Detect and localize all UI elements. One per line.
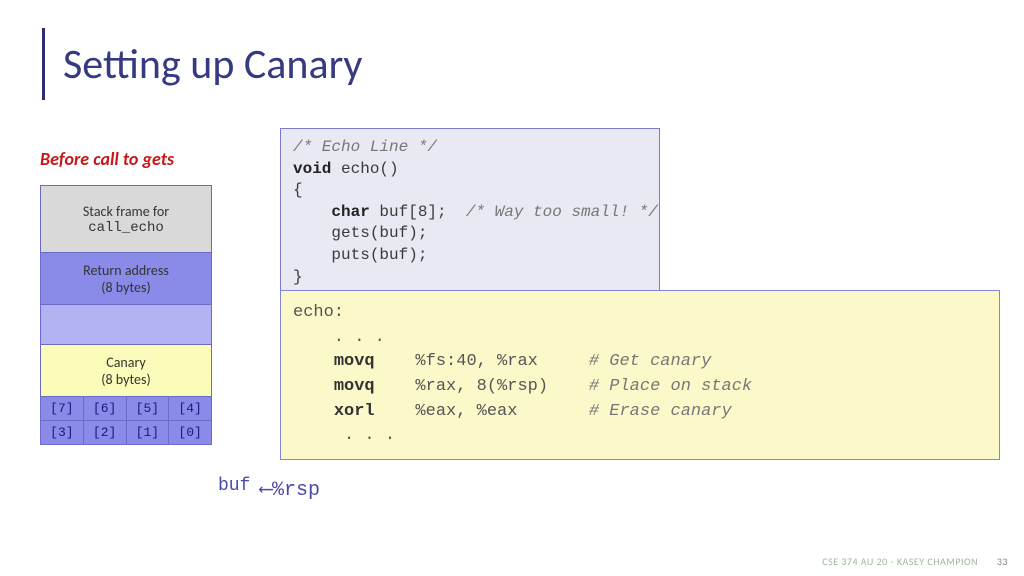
stack-diagram: Stack frame for call_echo Return address… [40, 185, 212, 445]
c-keyword-char: char [331, 203, 369, 221]
buf-row-top: [7] [6] [5] [4] [40, 397, 212, 421]
buf-cell: [1] [127, 421, 170, 445]
stack-frame-label2: call_echo [88, 220, 164, 236]
buf-label: buf [218, 476, 250, 496]
c-text: echo() [331, 160, 398, 178]
asm-text: %fs:40, %rax [375, 352, 589, 371]
c-text [293, 203, 331, 221]
c-comment: /* Echo Line */ [293, 138, 437, 156]
asm-comment: # Get canary [589, 352, 711, 371]
asm-text: %rax, 8(%rsp) [375, 377, 589, 396]
c-comment: /* Way too small! */ [466, 203, 658, 221]
slide-title-row: Setting up Canary [42, 28, 362, 100]
stack-frame-cell: Stack frame for call_echo [40, 185, 212, 253]
footer-page: 33 [997, 555, 1008, 568]
c-text: } [293, 268, 303, 286]
asm-opcode: movq [334, 352, 375, 371]
buf-row-bottom: [3] [2] [1] [0] [40, 421, 212, 445]
buf-cell: [4] [169, 397, 212, 421]
canary-cell: Canary (8 bytes) [40, 345, 212, 397]
stack-gap-cell [40, 305, 212, 345]
c-text: buf[8]; [370, 203, 466, 221]
buf-cell: [5] [127, 397, 170, 421]
canary-label2: (8 bytes) [101, 371, 150, 388]
buf-cell: [3] [40, 421, 84, 445]
asm-code-block: echo: . . . movq %fs:40, %rax # Get cana… [280, 290, 1000, 460]
c-keyword-void: void [293, 160, 331, 178]
c-text: puts(buf); [293, 246, 427, 264]
canary-label1: Canary [106, 354, 146, 371]
stack-subtitle: Before call to gets [40, 148, 174, 170]
c-code-block: /* Echo Line */ void echo() { char buf[8… [280, 128, 660, 297]
buf-cell: [0] [169, 421, 212, 445]
buf-cell: [7] [40, 397, 84, 421]
slide-footer: CSE 374 AU 20 - KASEY CHAMPION 33 [822, 555, 1008, 568]
asm-label: echo: [293, 303, 344, 322]
rsp-pointer: ⟵%rsp [260, 476, 320, 502]
asm-text: . . . [293, 426, 395, 445]
footer-course: CSE 374 AU 20 - KASEY CHAMPION [822, 555, 978, 568]
asm-text [293, 402, 334, 421]
buf-cell: [6] [84, 397, 127, 421]
asm-opcode: xorl [334, 402, 375, 421]
asm-text: %eax, %eax [375, 402, 589, 421]
page-title: Setting up Canary [63, 39, 362, 90]
asm-comment: # Place on stack [589, 377, 752, 396]
return-address-cell: Return address (8 bytes) [40, 253, 212, 305]
asm-text: . . . [293, 328, 385, 347]
c-text: { [293, 181, 303, 199]
asm-text [293, 377, 334, 396]
return-label1: Return address [83, 262, 169, 279]
title-accent-bar [42, 28, 45, 100]
c-text: gets(buf); [293, 224, 427, 242]
asm-comment: # Erase canary [589, 402, 732, 421]
asm-opcode: movq [334, 377, 375, 396]
buf-cell: [2] [84, 421, 127, 445]
stack-frame-label1: Stack frame for [83, 203, 169, 220]
asm-text [293, 352, 334, 371]
return-label2: (8 bytes) [101, 279, 150, 296]
